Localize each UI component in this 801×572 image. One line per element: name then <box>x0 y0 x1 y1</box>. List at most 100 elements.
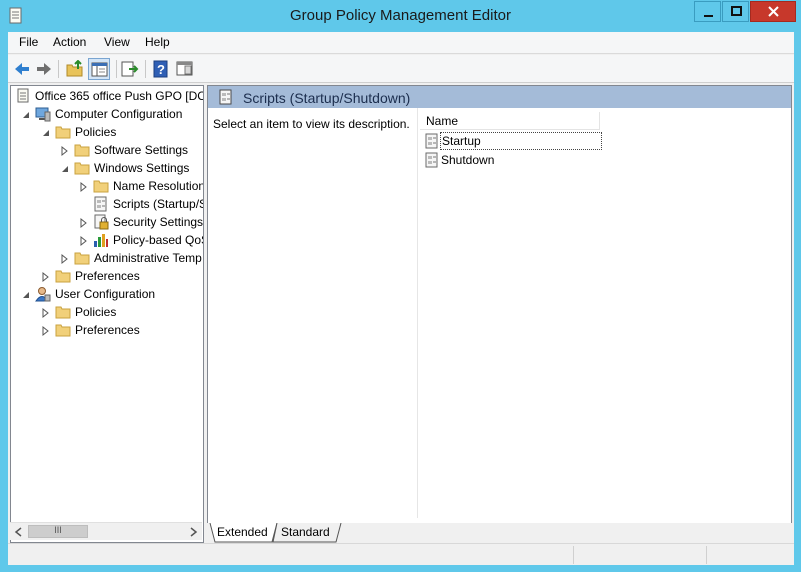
tree-item-policies[interactable]: Policies <box>15 124 203 142</box>
maximize-icon <box>731 6 742 16</box>
toolbar-separator <box>116 60 117 78</box>
tree-item-label: Office 365 office Push GPO [DC <box>35 89 204 103</box>
menu-view[interactable]: View <box>104 35 130 49</box>
tree-item-label: Computer Configuration <box>55 107 183 121</box>
tree-item-label: Name Resolution <box>113 179 204 193</box>
maximize-button[interactable] <box>722 1 749 22</box>
tab-label: Extended <box>217 525 268 539</box>
scroll-left-icon[interactable] <box>11 524 27 540</box>
collapsed-arrow-icon <box>42 271 49 283</box>
console-tree: Office 365 office Push GPO [DC Computer … <box>10 85 204 543</box>
tree-item-label: Policies <box>75 125 117 139</box>
minimize-button[interactable] <box>694 1 721 22</box>
forward-arrow-icon <box>37 63 51 75</box>
collapsed-arrow-icon <box>61 145 68 157</box>
tree-item-user-preferences[interactable]: Preferences <box>15 322 203 340</box>
collapsed-arrow-icon <box>80 235 87 247</box>
details-header: Scripts (Startup/Shutdown) <box>208 86 791 108</box>
list-item-label: Startup <box>440 132 602 150</box>
tree-item-computer-configuration[interactable]: Computer Configuration <box>15 106 203 124</box>
security-lock-icon <box>94 214 109 230</box>
status-segment <box>573 546 706 564</box>
status-segment <box>706 546 794 564</box>
tree-item-policy-based-qos[interactable]: Policy-based QoS <box>15 232 204 250</box>
status-bar <box>8 543 794 565</box>
help-button[interactable]: ? <box>150 58 172 80</box>
export-list-button[interactable] <box>119 58 141 80</box>
folder-icon <box>93 180 109 193</box>
back-button[interactable] <box>11 58 33 80</box>
user-icon <box>35 287 51 302</box>
toolbar-separator <box>145 60 146 78</box>
menu-action[interactable]: Action <box>53 35 86 49</box>
tree-item-preferences[interactable]: Preferences <box>15 268 203 286</box>
tree-horizontal-scrollbar[interactable]: III <box>10 522 202 540</box>
scrollbar-thumb[interactable]: III <box>28 525 88 538</box>
list-item-startup[interactable]: Startup <box>424 132 602 150</box>
folder-icon <box>55 126 71 139</box>
collapsed-arrow-icon <box>42 307 49 319</box>
collapsed-arrow-icon <box>61 253 68 265</box>
tree-item-label: Preferences <box>75 323 140 337</box>
expanded-arrow-icon <box>43 130 49 136</box>
list-item-shutdown[interactable]: Shutdown <box>424 151 600 169</box>
menu-bar: File Action View Help <box>8 32 794 54</box>
computer-icon <box>35 107 51 122</box>
expanded-arrow-icon <box>23 112 29 118</box>
menu-help[interactable]: Help <box>145 35 170 49</box>
folder-icon <box>55 306 71 319</box>
window-frame: File Action View Help ? Office 365 offic… <box>8 32 794 565</box>
tree-item-label: Administrative Temp <box>94 251 202 265</box>
properties-button[interactable] <box>174 58 196 80</box>
tree-item-software-settings[interactable]: Software Settings <box>15 142 203 160</box>
script-icon <box>94 196 107 212</box>
forward-button[interactable] <box>33 58 55 80</box>
tree-item-scripts[interactable]: Scripts (Startup/S <box>15 196 203 214</box>
up-one-level-button[interactable] <box>64 58 86 80</box>
description-area: Select an item to view its description. <box>208 108 418 518</box>
tree-item-label: Policy-based QoS <box>113 233 204 247</box>
minimize-icon <box>704 15 713 17</box>
tree-item-user-policies[interactable]: Policies <box>15 304 203 322</box>
tree-item-name-resolution[interactable]: Name Resolution <box>15 178 204 196</box>
export-list-icon <box>121 61 139 77</box>
tree-item-label: Windows Settings <box>94 161 190 175</box>
tree-item-label: Security Settings <box>113 215 204 229</box>
tree-item-label: Software Settings <box>94 143 189 157</box>
close-button[interactable] <box>750 1 796 22</box>
toolbar-separator <box>58 60 59 78</box>
tree-item-security-settings[interactable]: Security Settings <box>15 214 204 232</box>
tree-item-label: Policies <box>75 305 117 319</box>
menu-file[interactable]: File <box>19 35 38 49</box>
list-item-label: Shutdown <box>441 153 495 167</box>
name-column-header[interactable]: Name <box>420 112 600 130</box>
close-icon <box>768 6 779 17</box>
tree-item-gpo[interactable]: Office 365 office Push GPO [DC <box>15 88 204 106</box>
scroll-thumb-grip: III <box>54 525 62 535</box>
view-tabs: Extended Standard <box>207 523 792 543</box>
svg-text:?: ? <box>157 62 165 77</box>
bar-chart-icon <box>94 234 108 247</box>
folder-icon <box>74 144 90 157</box>
folder-icon <box>55 324 71 337</box>
tree-item-user-configuration[interactable]: User Configuration <box>15 286 203 304</box>
script-icon <box>219 89 232 105</box>
tree-item-administrative-templates[interactable]: Administrative Temp <box>15 250 203 268</box>
details-title: Scripts (Startup/Shutdown) <box>243 90 411 106</box>
tab-standard[interactable]: Standard <box>277 523 339 542</box>
collapsed-arrow-icon <box>80 217 87 229</box>
toolbar: ? <box>8 55 794 83</box>
expanded-arrow-icon <box>62 166 68 172</box>
tree-item-label: User Configuration <box>55 287 156 301</box>
scroll-right-icon[interactable] <box>185 524 201 540</box>
console-tree-icon <box>91 62 108 77</box>
show-hide-console-tree-button[interactable] <box>88 58 110 80</box>
tree-item-label: Scripts (Startup/S <box>113 197 203 211</box>
help-icon: ? <box>153 60 168 78</box>
tab-extended[interactable]: Extended <box>215 523 275 542</box>
collapsed-arrow-icon <box>80 181 87 193</box>
tree-item-windows-settings[interactable]: Windows Settings <box>15 160 203 178</box>
script-icon <box>425 133 438 149</box>
collapsed-arrow-icon <box>42 325 49 337</box>
title-bar: Group Policy Management Editor <box>0 0 801 32</box>
